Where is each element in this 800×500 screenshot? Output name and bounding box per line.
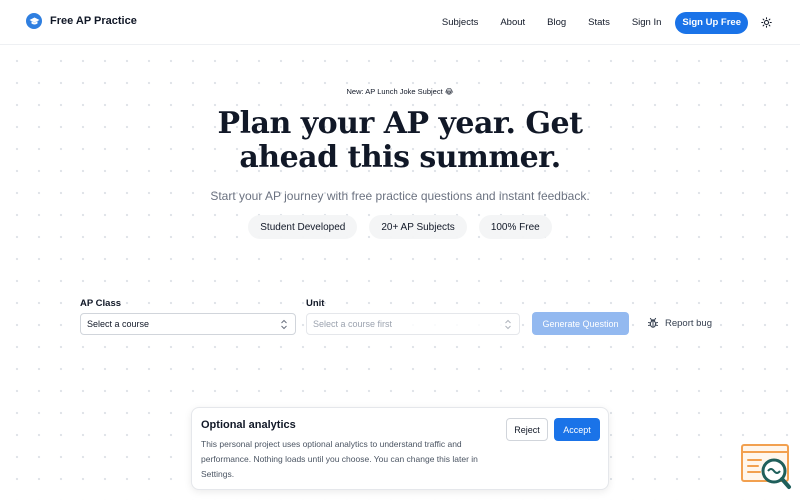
brand-name: Free AP Practice <box>50 15 137 27</box>
graduation-cap-icon <box>26 13 42 29</box>
chevron-up-down-icon <box>505 319 511 330</box>
new-subject-badge[interactable]: New: AP Lunch Joke Subject 😂 <box>0 87 800 96</box>
pill-ap-subjects: 20+ AP Subjects <box>369 215 467 239</box>
analytics-consent-banner: Optional analytics This personal project… <box>191 407 609 490</box>
hero-title: Plan your AP year. Get ahead this summer… <box>0 107 800 175</box>
brand-link[interactable]: Free AP Practice <box>26 13 137 29</box>
report-bug-link[interactable]: Report bug <box>647 317 712 329</box>
generate-question-button[interactable]: Generate Question <box>532 312 629 335</box>
nav-link-sign-in[interactable]: Sign In <box>632 17 662 28</box>
ap-class-label: AP Class <box>80 298 122 309</box>
chevron-up-down-icon <box>281 319 287 330</box>
reject-button[interactable]: Reject <box>506 418 548 441</box>
nav-link-subjects[interactable]: Subjects <box>442 17 478 28</box>
hero-subtitle: Start your AP journey with free practice… <box>210 189 590 203</box>
consent-text: This personal project uses optional anal… <box>201 439 478 479</box>
accept-button[interactable]: Accept <box>554 418 600 441</box>
hero-title-line-1: Plan your AP year. Get <box>217 106 583 141</box>
feedback-widget[interactable] <box>741 444 793 492</box>
unit-select[interactable]: Select a course first <box>306 313 520 335</box>
feedback-search-icon <box>741 444 791 489</box>
unit-select-value: Select a course first <box>313 319 393 329</box>
ap-class-select-value: Select a course <box>87 319 150 329</box>
pill-free: 100% Free <box>478 215 552 239</box>
sun-icon[interactable] <box>760 17 772 29</box>
ap-class-select[interactable]: Select a course <box>80 313 296 335</box>
feature-pills: Student Developed 20+ AP Subjects 100% F… <box>0 215 800 239</box>
report-bug-label: Report bug <box>665 317 713 329</box>
top-navbar: Free AP Practice Subjects About Blog Sta… <box>0 0 800 45</box>
nav-link-about[interactable]: About <box>500 17 525 28</box>
bug-icon <box>648 317 658 328</box>
hero-title-line-2: ahead this summer. <box>239 140 561 175</box>
sign-up-button[interactable]: Sign Up Free <box>675 11 748 34</box>
nav-link-blog[interactable]: Blog <box>547 17 566 28</box>
pill-student-developed: Student Developed <box>248 215 358 239</box>
nav-links: Subjects About Blog Stats Sign In Sign U… <box>442 0 772 45</box>
nav-link-stats[interactable]: Stats <box>588 17 610 28</box>
consent-title: Optional analytics <box>201 419 296 431</box>
unit-label: Unit <box>306 298 325 309</box>
